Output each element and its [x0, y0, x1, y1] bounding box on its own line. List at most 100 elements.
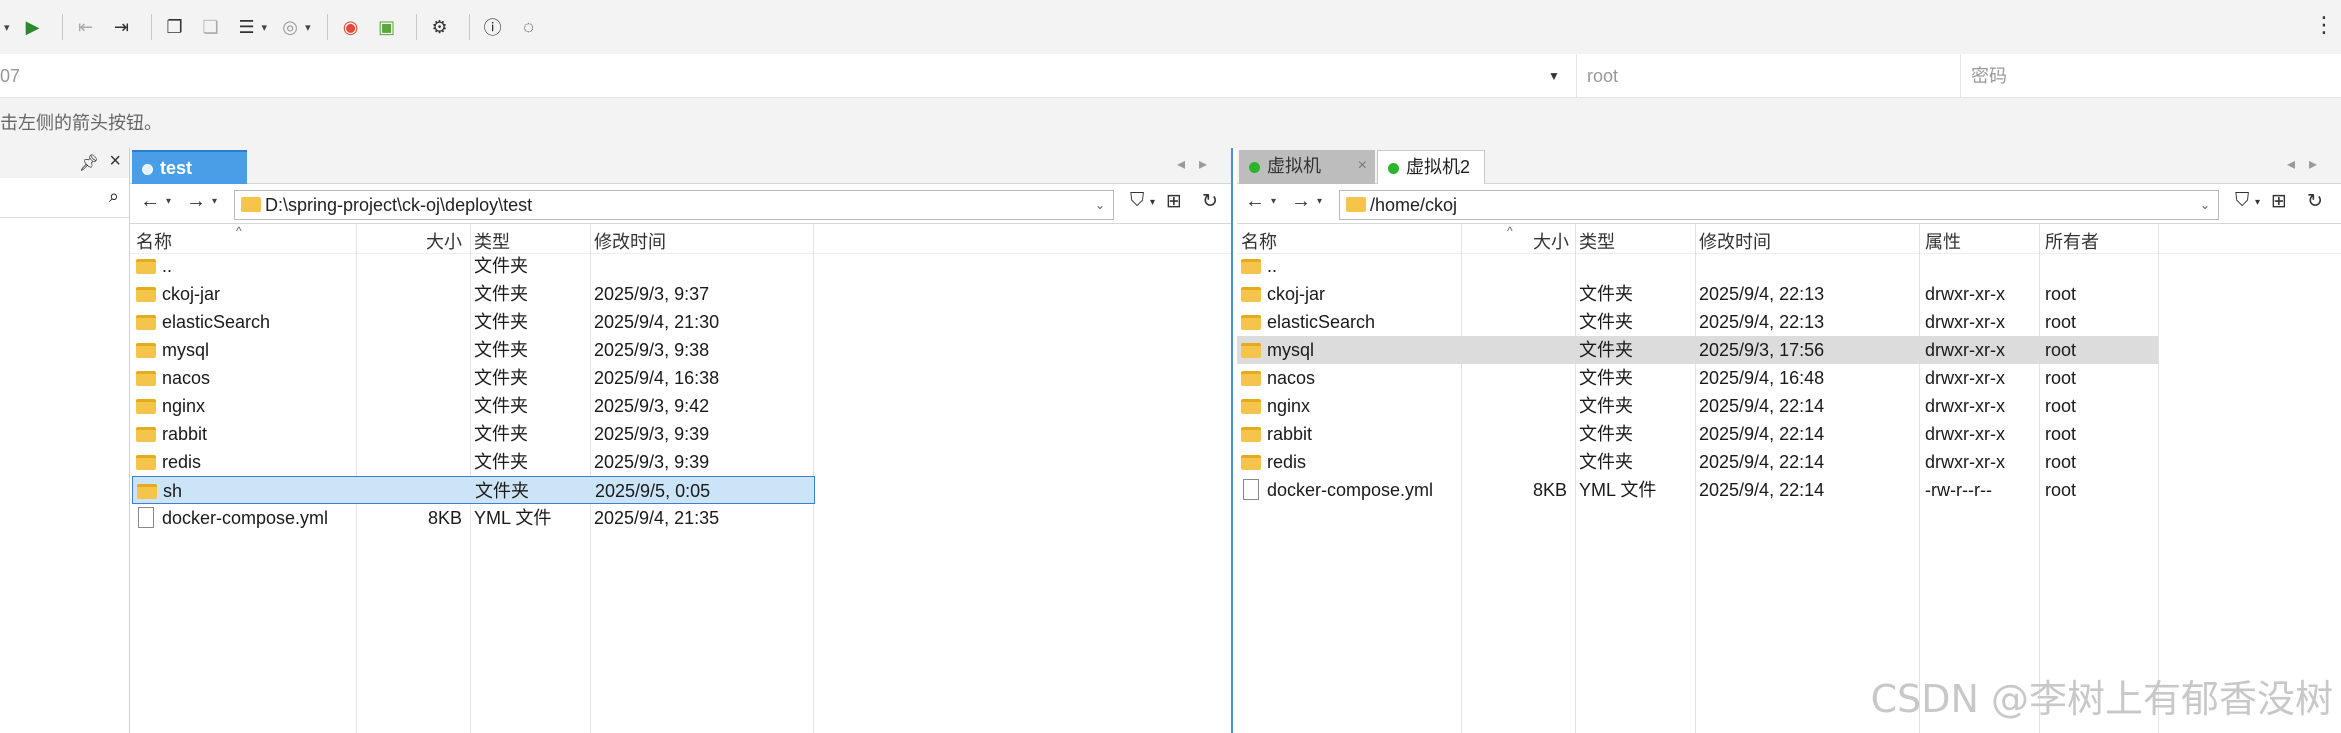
chevron-down-icon[interactable]: ⌄ — [2200, 191, 2210, 219]
chevron-down-icon[interactable]: ▾ — [212, 196, 217, 207]
sort-ascending-icon: ^ — [1507, 224, 1513, 238]
chat-icon[interactable]: ◌ — [514, 12, 544, 42]
play-icon[interactable]: ▶ — [18, 12, 48, 42]
pin-icon[interactable]: 📌︎ — [79, 153, 99, 173]
folder-icon — [136, 427, 156, 442]
list-item[interactable]: nginx 文件夹 2025/9/3, 9:42 — [130, 392, 813, 420]
list-item[interactable]: nginx 文件夹 2025/9/4, 22:14 drwxr-xr-x roo… — [1237, 392, 2158, 420]
tab-local-test[interactable]: test — [132, 150, 247, 184]
column-owner[interactable]: 所有者 — [2045, 228, 2099, 254]
paste-icon[interactable]: ❏ — [196, 12, 226, 42]
column-modified[interactable]: 修改时间 — [594, 228, 666, 254]
new-folder-icon[interactable]: ⊞ — [2271, 190, 2287, 213]
list-item[interactable]: .. — [1237, 252, 2158, 280]
list-item[interactable]: ckoj-jar 文件夹 2025/9/4, 22:13 drwxr-xr-x … — [1237, 280, 2158, 308]
globe-icon[interactable]: ◎ — [275, 12, 305, 42]
bookmark-icon[interactable]: ⛉ — [2235, 190, 2249, 212]
chevron-down-icon[interactable]: ⌄ — [1095, 191, 1105, 219]
download-icon[interactable]: ⇤ — [71, 12, 101, 42]
chevron-down-icon[interactable]: ▼ — [1548, 54, 1560, 98]
file-type: 文件夹 — [474, 284, 528, 304]
list-item-highlighted[interactable]: mysql 文件夹 2025/9/3, 17:56 drwxr-xr-x roo… — [1237, 336, 2158, 364]
new-folder-icon[interactable]: ⊞ — [1166, 190, 1182, 213]
search-icon[interactable]: ⌕ — [109, 186, 119, 207]
folder-icon — [136, 455, 156, 470]
column-modified[interactable]: 修改时间 — [1699, 228, 1771, 254]
list-item-selected[interactable]: sh 文件夹 2025/9/5, 0:05 — [132, 476, 815, 504]
chevron-down-icon[interactable]: ▾ — [262, 21, 268, 34]
column-size[interactable]: 大小 — [426, 228, 462, 254]
forward-arrow-icon[interactable]: → — [186, 190, 206, 213]
local-path-input[interactable]: D:\spring-project\ck-oj\deploy\test ⌄ — [234, 190, 1114, 220]
file-name: nginx — [162, 396, 206, 416]
list-item[interactable]: rabbit 文件夹 2025/9/4, 22:14 drwxr-xr-x ro… — [1237, 420, 2158, 448]
list-item[interactable]: .. 文件夹 — [130, 252, 813, 280]
tab-remote-vm1[interactable]: 虚拟机 × — [1239, 150, 1375, 184]
username-field[interactable]: root — [1576, 54, 1960, 98]
copy-icon[interactable]: ❐ — [160, 12, 190, 42]
folder-icon — [1346, 197, 1366, 212]
file-name: nacos — [162, 368, 211, 388]
chevron-down-icon[interactable]: ▾ — [4, 21, 10, 34]
refresh-icon[interactable]: ↻ — [2307, 190, 2323, 213]
back-arrow-icon[interactable]: ← — [1245, 190, 1265, 213]
list-item[interactable]: nacos 文件夹 2025/9/4, 16:38 — [130, 364, 813, 392]
file-modified: 2025/9/4, 22:14 — [1699, 480, 1825, 500]
tab-scroll-arrows-icon[interactable]: ◂▸ — [1177, 154, 1221, 174]
folder-icon — [1241, 287, 1261, 302]
column-type[interactable]: 类型 — [1579, 228, 1615, 254]
file-name: ckoj-jar — [162, 284, 221, 304]
remote-path-input[interactable]: /home/ckoj ⌄ — [1339, 190, 2219, 220]
column-name[interactable]: 名称 — [1241, 228, 1277, 254]
remote-column-header: 名称 ^ 大小 类型 修改时间 属性 所有者 — [1237, 224, 2341, 254]
folder-icon — [136, 399, 156, 414]
console-icon[interactable]: ▣ — [372, 12, 402, 42]
list-item[interactable]: rabbit 文件夹 2025/9/3, 9:39 — [130, 420, 813, 448]
close-icon[interactable]: × — [1358, 150, 1367, 182]
back-arrow-icon[interactable]: ← — [140, 190, 160, 213]
putty-icon[interactable]: ◉ — [336, 12, 366, 42]
list-item[interactable]: redis 文件夹 2025/9/4, 22:14 drwxr-xr-x roo… — [1237, 448, 2158, 476]
close-icon[interactable]: × — [109, 150, 121, 173]
chevron-down-icon[interactable]: ▾ — [1317, 196, 1322, 207]
chevron-down-icon[interactable]: ▾ — [305, 21, 311, 34]
chevron-down-icon[interactable]: ▾ — [166, 196, 171, 207]
list-item[interactable]: ckoj-jar 文件夹 2025/9/3, 9:37 — [130, 280, 813, 308]
chevron-down-icon[interactable]: ▾ — [1150, 197, 1155, 208]
forward-arrow-icon[interactable]: → — [1291, 190, 1311, 213]
sidebar-search-input[interactable]: ⌕ — [0, 178, 129, 218]
tab-remote-vm2[interactable]: 虚拟机2 — [1377, 150, 1485, 184]
list-item[interactable]: elasticSearch 文件夹 2025/9/4, 22:13 drwxr-… — [1237, 308, 2158, 336]
list-item[interactable]: redis 文件夹 2025/9/3, 9:39 — [130, 448, 813, 476]
column-size[interactable]: 大小 — [1533, 228, 1569, 254]
gear-icon[interactable]: ⚙ — [425, 12, 455, 42]
toolbar-divider — [415, 14, 417, 40]
upload-icon[interactable]: ⇥ — [107, 12, 137, 42]
list-item[interactable]: mysql 文件夹 2025/9/3, 9:38 — [130, 336, 813, 364]
chevron-down-icon[interactable]: ▾ — [2255, 197, 2260, 208]
chevron-down-icon[interactable]: ▾ — [1271, 196, 1276, 207]
list-view-icon[interactable]: ☰ — [232, 12, 262, 42]
refresh-icon[interactable]: ↻ — [1202, 190, 1218, 213]
list-item[interactable]: docker-compose.yml 8KB YML 文件 2025/9/4, … — [130, 504, 813, 532]
local-pathbar: ← ▾ → ▾ D:\spring-project\ck-oj\deploy\t… — [130, 184, 1231, 224]
host-field[interactable]: 07 — [0, 54, 1575, 98]
local-tabstrip: test ◂▸ — [130, 148, 1231, 184]
column-permissions[interactable]: 属性 — [1925, 228, 1961, 254]
file-modified: 2025/9/4, 21:35 — [594, 508, 720, 528]
status-dot-icon — [142, 164, 153, 175]
folder-icon — [1241, 371, 1261, 386]
tab-scroll-arrows-icon[interactable]: ◂▸ — [2287, 154, 2331, 174]
list-item[interactable]: docker-compose.yml 8KB YML 文件 2025/9/4, … — [1237, 476, 2158, 504]
more-icon[interactable]: ⋮ — [2313, 12, 2335, 38]
file-name: .. — [162, 256, 173, 276]
file-owner: root — [2045, 340, 2077, 360]
list-item[interactable]: elasticSearch 文件夹 2025/9/4, 21:30 — [130, 308, 813, 336]
help-icon[interactable]: ⓘ — [478, 12, 508, 42]
column-name[interactable]: 名称 — [136, 228, 172, 254]
list-item[interactable]: nacos 文件夹 2025/9/4, 16:48 drwxr-xr-x roo… — [1237, 364, 2158, 392]
file-modified: 2025/9/3, 9:39 — [594, 452, 710, 472]
bookmark-icon[interactable]: ⛉ — [1130, 190, 1144, 212]
column-type[interactable]: 类型 — [474, 228, 510, 254]
password-field[interactable]: 密码 — [1960, 54, 2341, 98]
